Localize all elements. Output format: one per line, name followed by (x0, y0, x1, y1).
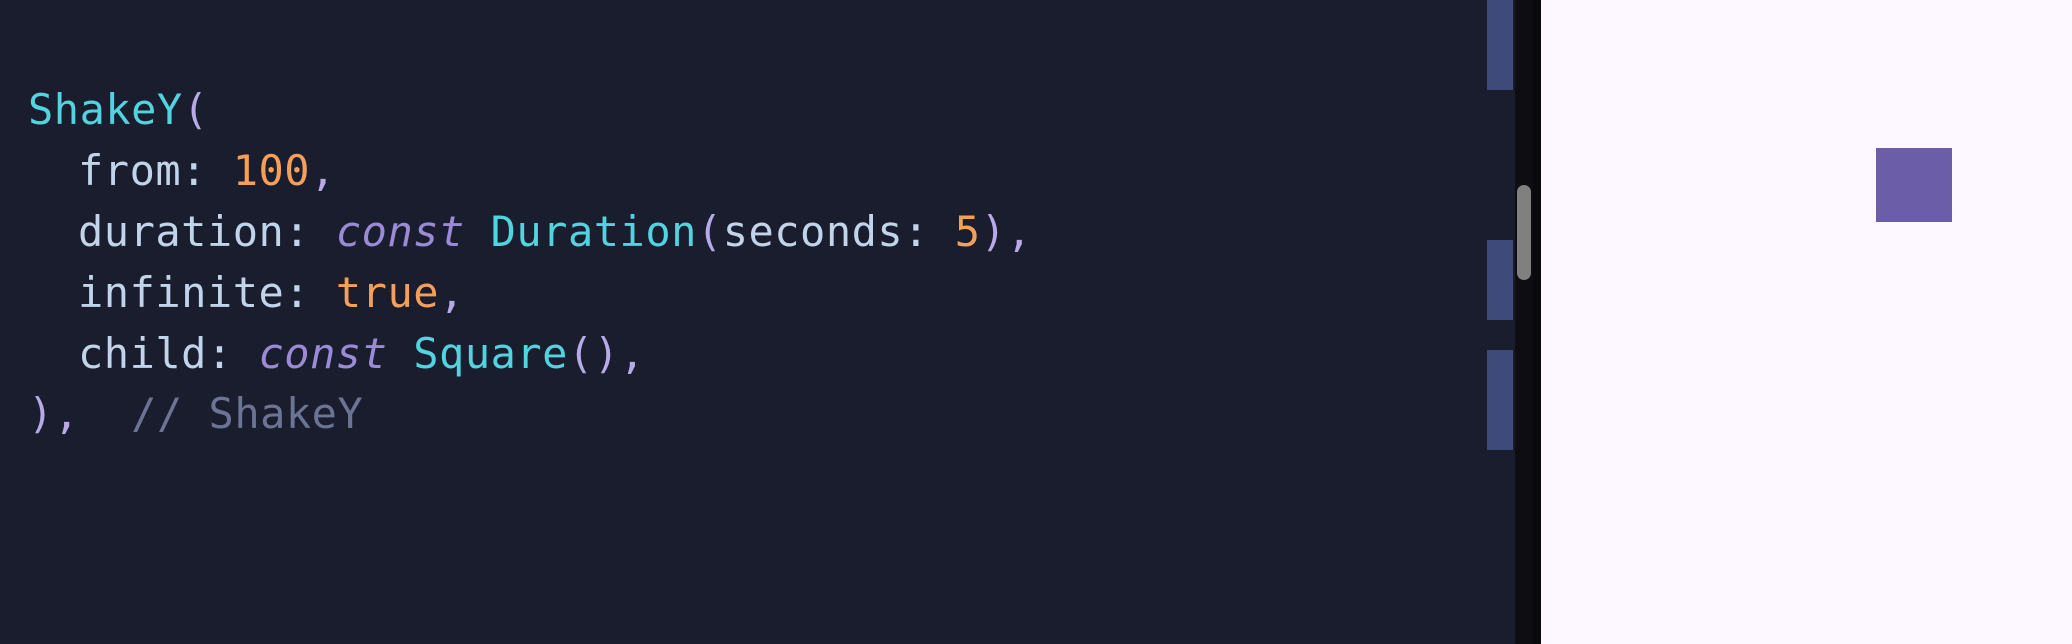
token-comma: , (54, 389, 80, 438)
token-param: seconds: (723, 207, 955, 256)
scrollbar-track[interactable] (1515, 0, 1533, 644)
minimap-block (1487, 350, 1513, 450)
token-number: 100 (233, 146, 310, 195)
minimap-block (1487, 240, 1513, 320)
token-paren-close: ) (981, 207, 1007, 256)
token-param: infinite: (78, 268, 336, 317)
code-line-3: duration: const Duration(seconds: 5), (28, 202, 1533, 263)
code-line-1: ShakeY( (28, 80, 1533, 141)
minimap[interactable] (1463, 0, 1533, 644)
token-comma: , (620, 329, 646, 378)
minimap-block (1487, 0, 1513, 90)
token-comma: , (439, 268, 465, 317)
token-comma: , (310, 146, 336, 195)
token-paren-close: ) (28, 389, 54, 438)
token-paren-open: ( (183, 85, 209, 134)
preview-square (1876, 148, 1952, 222)
code-line-6: ), // ShakeY (28, 384, 1533, 445)
code-editor[interactable]: ShakeY( from: 100, duration: const Durat… (0, 0, 1533, 644)
token-space (465, 207, 491, 256)
token-comma: , (1006, 207, 1032, 256)
token-space (387, 329, 413, 378)
scrollbar-thumb[interactable] (1517, 185, 1531, 280)
token-param: from: (78, 146, 233, 195)
token-space (80, 389, 132, 438)
token-comment: // ShakeY (131, 389, 363, 438)
token-param: duration: (78, 207, 336, 256)
token-keyword: const (259, 329, 388, 378)
code-line-2: from: 100, (28, 141, 1533, 202)
token-paren-open: ( (697, 207, 723, 256)
token-class: Duration (491, 207, 697, 256)
token-parens: () (568, 329, 620, 378)
token-keyword: const (336, 207, 465, 256)
code-line-5: child: const Square(), (28, 324, 1533, 385)
token-class: ShakeY (28, 85, 183, 134)
code-line-4: infinite: true, (28, 263, 1533, 324)
preview-pane (1533, 0, 2072, 644)
token-param: child: (78, 329, 259, 378)
token-bool: true (336, 268, 439, 317)
token-number: 5 (955, 207, 981, 256)
token-class: Square (413, 329, 568, 378)
